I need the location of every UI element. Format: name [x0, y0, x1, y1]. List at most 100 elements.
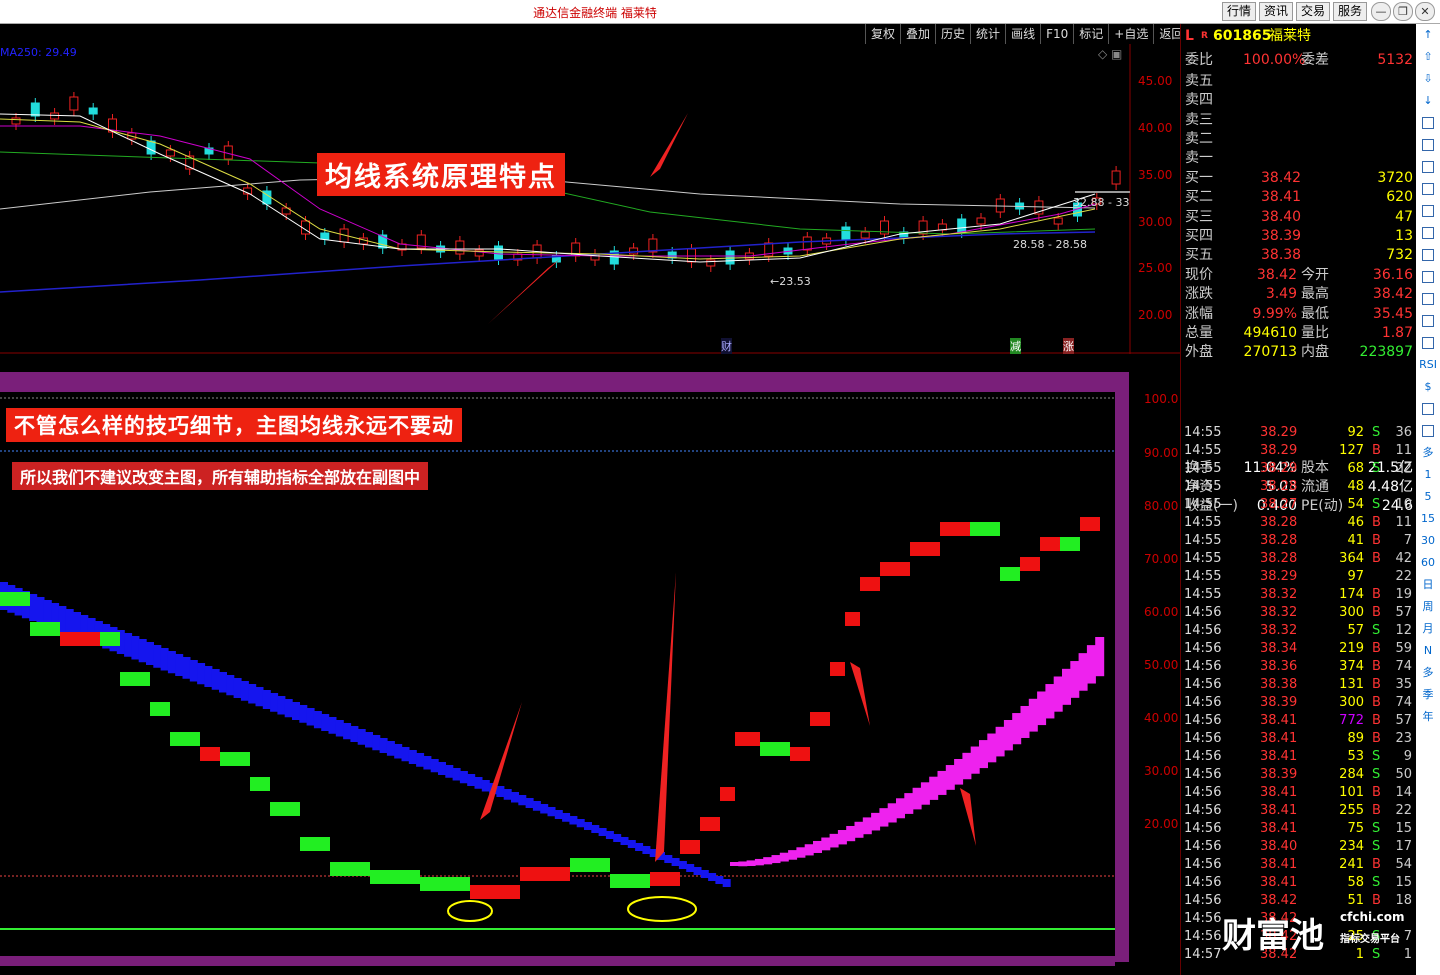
tick-volume: 255 — [1339, 803, 1364, 818]
tick-price: 38.34 — [1260, 641, 1298, 656]
tick-price: 38.39 — [1260, 767, 1298, 782]
sidebar-icon-4[interactable] — [1416, 112, 1440, 134]
tick-volume: 46 — [1347, 515, 1364, 530]
sidebar-icon-9[interactable] — [1416, 222, 1440, 244]
buy-price: 38.38 — [1261, 247, 1302, 264]
tick-volume: 131 — [1339, 677, 1364, 692]
sidebar-icon-21[interactable]: 5 — [1416, 486, 1440, 508]
sidebar-icon-25[interactable]: 日 — [1416, 574, 1440, 596]
toolbar-mark-button[interactable]: 标记 — [1073, 24, 1108, 44]
title-bar: 通达信金融终端 福莱特 行情 资讯 交易 服务 — ❐ ✕ — [0, 0, 1440, 24]
toolbar-watchlist-button[interactable]: +自选 — [1108, 24, 1153, 44]
main-tick-20: 20.00 — [1138, 308, 1173, 322]
tick-side: B — [1372, 677, 1381, 692]
sidebar-icon-17[interactable] — [1416, 398, 1440, 420]
magenta-band-bar — [846, 825, 856, 842]
sidebar-icon-13[interactable] — [1416, 310, 1440, 332]
sidebar-icon-24[interactable]: 60 — [1416, 552, 1440, 574]
sub-frame-bottom — [0, 956, 1115, 966]
tick-price: 38.39 — [1260, 695, 1298, 710]
blue-band-bar — [255, 687, 264, 707]
main-candle-chart[interactable]: ◇ ▣ — [0, 44, 1180, 354]
blue-band-bar — [401, 747, 410, 762]
tick-count: 11 — [1395, 443, 1412, 458]
toolbar-fuquan-button[interactable]: 复权 — [865, 24, 900, 44]
sidebar-icon-11[interactable] — [1416, 266, 1440, 288]
tick-count: 7 — [1403, 929, 1412, 944]
sidebar-icon-15[interactable]: RSI — [1416, 354, 1440, 376]
sidebar-icon-29[interactable]: 多 — [1416, 662, 1440, 684]
sub-banner-main: 不管怎么样的技巧细节，主图均线永远不要动 — [6, 408, 462, 442]
sidebar-icon-5[interactable] — [1416, 134, 1440, 156]
blue-band-bar — [547, 807, 556, 817]
blue-band-bar — [576, 819, 585, 828]
chart-tool-icon — [1422, 183, 1434, 195]
sidebar-icon-23[interactable]: 30 — [1416, 530, 1440, 552]
menu-news-button[interactable]: 资讯 — [1259, 2, 1293, 21]
tick-time: 14:55 — [1184, 479, 1222, 494]
tick-time: 14:56 — [1184, 641, 1222, 656]
sidebar-icon-20[interactable]: 1 — [1416, 464, 1440, 486]
sidebar-icon-7[interactable] — [1416, 178, 1440, 200]
sidebar-icon-0[interactable]: ↑ — [1416, 24, 1440, 46]
tick-count: 7 — [1403, 533, 1412, 548]
sidebar-icon-3[interactable]: ↓ — [1416, 90, 1440, 112]
sidebar-icon-16[interactable]: $ — [1416, 376, 1440, 398]
magenta-band-bar — [1012, 713, 1022, 745]
close-icon[interactable]: ✕ — [1415, 2, 1435, 21]
sidebar-icon-6[interactable] — [1416, 156, 1440, 178]
sub-tick-100: 100.0 — [1144, 392, 1179, 406]
menu-trade-button[interactable]: 交易 — [1296, 2, 1330, 21]
tick-side: B — [1372, 551, 1381, 566]
sidebar-icon-18[interactable] — [1416, 420, 1440, 442]
blue-band-bar — [182, 657, 191, 679]
step-segment — [810, 712, 830, 726]
tick-volume: 234 — [1339, 839, 1364, 854]
toolbar-history-button[interactable]: 历史 — [935, 24, 970, 44]
blue-band-bar — [569, 816, 578, 825]
stat-label: 外盘 — [1185, 344, 1213, 361]
step-segment — [910, 542, 940, 556]
magenta-band-bar — [854, 821, 864, 838]
sidebar-icon-30[interactable]: 季 — [1416, 684, 1440, 706]
sidebar-icon-28[interactable]: N — [1416, 640, 1440, 662]
weibi-value: 100.00% — [1243, 52, 1306, 68]
sidebar-icon-19[interactable]: 多 — [1416, 442, 1440, 464]
menu-market-button[interactable]: 行情 — [1222, 2, 1256, 21]
sidebar-icon-12[interactable] — [1416, 288, 1440, 310]
sidebar-icon-14[interactable] — [1416, 332, 1440, 354]
marker-reduce[interactable]: 减 — [1010, 338, 1021, 354]
sidebar-icon-2[interactable]: ⇩ — [1416, 68, 1440, 90]
tick-time: 14:55 — [1184, 569, 1222, 584]
restore-icon[interactable]: ❐ — [1393, 2, 1413, 21]
tick-price: 38.41 — [1260, 803, 1298, 818]
blue-band-bar — [423, 756, 432, 770]
tick-price: 38.41 — [1260, 713, 1298, 728]
sidebar-icon-26[interactable]: 周 — [1416, 596, 1440, 618]
toolbar-draw-button[interactable]: 画线 — [1005, 24, 1040, 44]
toolbar-overlay-button[interactable]: 叠加 — [900, 24, 935, 44]
toolbar-stats-button[interactable]: 统计 — [970, 24, 1005, 44]
sidebar-icon-31[interactable]: 年 — [1416, 706, 1440, 728]
tick-volume: 241 — [1339, 857, 1364, 872]
toolbar-f10-button[interactable]: F10 — [1040, 24, 1073, 44]
tick-time: 14:56 — [1184, 749, 1222, 764]
stat-label: 现价 — [1185, 267, 1213, 283]
tick-price: 38.32 — [1260, 605, 1298, 620]
sidebar-icon-8[interactable] — [1416, 200, 1440, 222]
sidebar-icon-22[interactable]: 15 — [1416, 508, 1440, 530]
menu-service-button[interactable]: 服务 — [1333, 2, 1367, 21]
tick-side: B — [1372, 695, 1381, 710]
sidebar-icon-1[interactable]: ⇧ — [1416, 46, 1440, 68]
buy-volume: 620 — [1386, 189, 1413, 206]
marker-finance[interactable]: 财 — [721, 338, 732, 354]
minimize-icon[interactable]: — — [1371, 2, 1391, 21]
sell-level-1: 卖一 — [1185, 150, 1213, 167]
sidebar-icon-27[interactable]: 月 — [1416, 618, 1440, 640]
marker-rise[interactable]: 涨 — [1063, 338, 1074, 354]
blue-band-bar — [708, 873, 717, 881]
sidebar-icon-10[interactable] — [1416, 244, 1440, 266]
tick-count: 36 — [1395, 425, 1412, 440]
trade-tick-row: 14:56 38.41 241 B 54 — [1184, 856, 1414, 874]
candle — [841, 222, 851, 246]
